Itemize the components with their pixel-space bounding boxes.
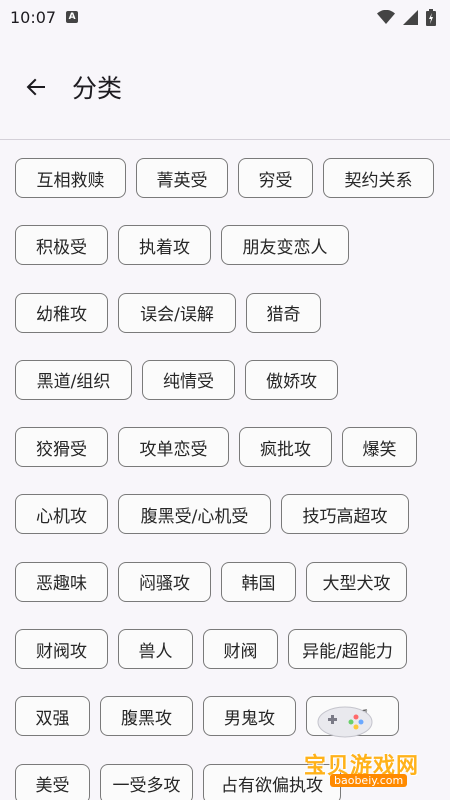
category-chip[interactable]: 黑道/组织 [15, 359, 132, 400]
category-chip[interactable]: 财阀 [203, 629, 278, 670]
chip-row: 狡猾受 攻单恋受 疯批攻 爆笑 [15, 427, 450, 468]
category-chip[interactable]: 傲娇攻 [245, 359, 338, 400]
chip-row: 财阀攻 兽人 财阀 异能/超能力 [15, 629, 450, 670]
chip-row: 积极受 执着攻 朋友变恋人 [15, 225, 450, 266]
chip-row: 恶趣味 闷骚攻 韩国 大型犬攻 [15, 561, 450, 602]
chip-row: 幼稚攻 误会/误解 猎奇 [15, 292, 450, 333]
category-chip[interactable]: 一受多攻 [100, 763, 193, 800]
category-chip[interactable]: 腹黑攻 [100, 696, 193, 737]
category-chip[interactable]: 美受 [15, 763, 90, 800]
category-chip[interactable]: 异能/超能力 [288, 629, 407, 670]
back-button[interactable] [22, 73, 50, 101]
gamepad-mascot-icon [317, 706, 373, 738]
status-bar: 10:07 A [0, 0, 450, 34]
category-chip[interactable]: 爆笑 [342, 427, 417, 468]
site-watermark: 宝贝游戏网 baobeiy.com [290, 700, 440, 790]
watermark-url: baobeiy.com [330, 774, 408, 787]
a-badge-icon: A [66, 11, 79, 23]
signal-icon [403, 9, 418, 25]
category-chip[interactable]: 猎奇 [246, 292, 321, 333]
category-chip[interactable]: 疯批攻 [239, 427, 332, 468]
chip-row: 心机攻 腹黑受/心机受 技巧高超攻 [15, 494, 450, 535]
app-bar: 分类 [0, 34, 450, 140]
chip-row: 黑道/组织 纯情受 傲娇攻 [15, 359, 450, 400]
category-chip[interactable]: 积极受 [15, 225, 108, 266]
category-chip[interactable]: 契约关系 [323, 158, 434, 198]
category-chip[interactable]: 韩国 [221, 561, 296, 602]
category-chip[interactable]: 双强 [15, 696, 90, 737]
status-time: 10:07 [10, 7, 57, 27]
category-chip[interactable]: 男鬼攻 [203, 696, 296, 737]
category-chip[interactable]: 腹黑受/心机受 [118, 494, 271, 535]
battery-icon [426, 8, 436, 26]
category-chip[interactable]: 纯情受 [142, 359, 235, 400]
category-chip[interactable]: 闷骚攻 [118, 561, 211, 602]
page-title: 分类 [72, 73, 123, 103]
category-chip[interactable]: 菁英受 [136, 158, 228, 198]
category-chip[interactable]: 恶趣味 [15, 561, 108, 602]
category-chip[interactable]: 大型犬攻 [306, 561, 407, 602]
category-chip[interactable]: 执着攻 [118, 225, 211, 266]
category-chip[interactable]: 穷受 [238, 158, 313, 198]
wifi-icon [377, 10, 395, 24]
category-chip[interactable]: 互相救赎 [15, 158, 126, 198]
arrow-left-icon [26, 78, 45, 95]
category-chip[interactable]: 朋友变恋人 [221, 225, 349, 266]
category-chip[interactable]: 心机攻 [15, 494, 108, 535]
category-chip[interactable]: 财阀攻 [15, 629, 108, 670]
category-chip[interactable]: 技巧高超攻 [281, 494, 409, 535]
category-chip[interactable]: 狡猾受 [15, 427, 108, 468]
chip-row: 互相救赎 菁英受 穷受 契约关系 [15, 158, 450, 198]
category-chip[interactable]: 攻单恋受 [118, 427, 229, 468]
category-chip[interactable]: 误会/误解 [118, 292, 236, 333]
category-chip[interactable]: 幼稚攻 [15, 292, 108, 333]
category-chip[interactable]: 兽人 [118, 629, 193, 670]
